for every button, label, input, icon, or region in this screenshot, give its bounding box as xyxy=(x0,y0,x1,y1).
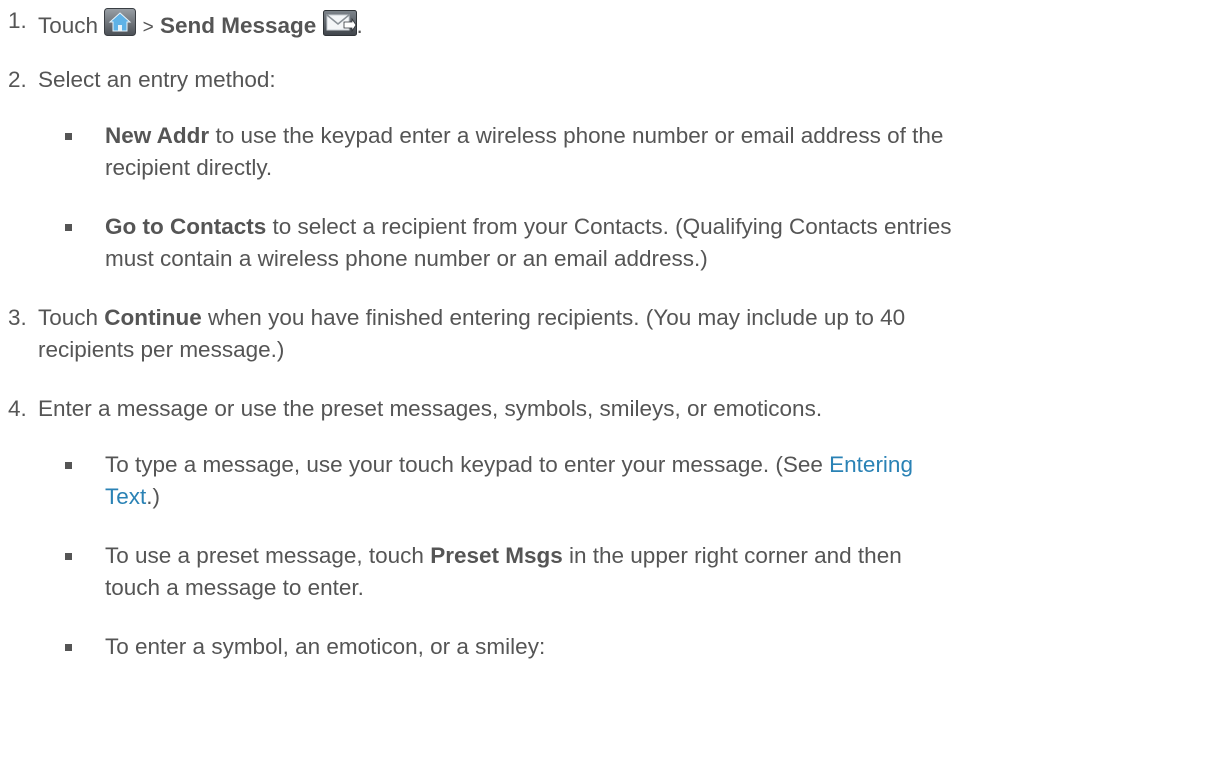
continue-label: Continue xyxy=(104,305,202,330)
bullet-new-addr-cont: recipient directly. xyxy=(105,155,273,180)
new-addr-label: New Addr xyxy=(105,123,210,148)
bullet-enter-symbol: To enter a symbol, an emoticon, or a smi… xyxy=(105,634,546,659)
step-2-text: Select an entry method: xyxy=(38,67,276,92)
bullet xyxy=(65,553,72,560)
bullet-text: in the upper right corner and then xyxy=(562,543,902,568)
bullet-new-addr: New Addr to use the keypad enter a wirel… xyxy=(105,123,943,149)
step-number: 4. xyxy=(8,396,27,421)
step-3-text: Touch Continue when you have finished en… xyxy=(38,305,905,331)
bullet-text: To use a preset message, touch xyxy=(105,543,431,568)
step-3-pre: Touch xyxy=(38,305,105,330)
bullet xyxy=(65,462,72,469)
home-icon xyxy=(104,8,137,42)
preset-msgs-label: Preset Msgs xyxy=(430,543,563,568)
step-number: 3. xyxy=(8,305,27,330)
step-1-sep: > xyxy=(142,17,154,38)
bullet-go-to-contacts-cont: must contain a wireless phone number or … xyxy=(105,246,708,271)
bullet xyxy=(65,133,72,140)
bullet xyxy=(65,224,72,231)
step-number: 2. xyxy=(8,67,27,92)
step-3-cont: recipients per message.) xyxy=(38,337,285,362)
send-message-icon xyxy=(322,10,357,42)
entering-text-link[interactable]: Entering xyxy=(829,452,913,477)
bullet-text: To type a message, use your touch keypad… xyxy=(105,452,830,477)
bullet-go-to-contacts: Go to Contacts to select a recipient fro… xyxy=(105,214,952,240)
step-3-line1: when you have finished entering recipien… xyxy=(201,305,906,330)
bullet xyxy=(65,644,72,651)
bullet-preset-message: To use a preset message, touch Preset Ms… xyxy=(105,543,902,569)
bullet-type-message-cont: Text.) xyxy=(105,484,160,510)
step-1-touch: Touch xyxy=(38,13,99,38)
go-to-contacts-label: Go to Contacts xyxy=(105,214,267,239)
step-4-text: Enter a message or use the preset messag… xyxy=(38,396,823,421)
bullet-preset-message-cont: touch a message to enter. xyxy=(105,575,364,600)
send-message-label: Send Message xyxy=(159,13,317,38)
bullet-text: to use the keypad enter a wireless phone… xyxy=(209,123,944,148)
step-1-end: . xyxy=(356,13,363,38)
bullet-type-message: To type a message, use your touch keypad… xyxy=(105,452,913,478)
bullet-text: .) xyxy=(146,484,161,509)
step-number: 1. xyxy=(8,8,27,33)
step-1-text: Touch > Send Message . xyxy=(38,8,363,42)
entering-text-link-cont[interactable]: Text xyxy=(105,484,146,509)
bullet-text: to select a recipient from your Contacts… xyxy=(266,214,952,239)
